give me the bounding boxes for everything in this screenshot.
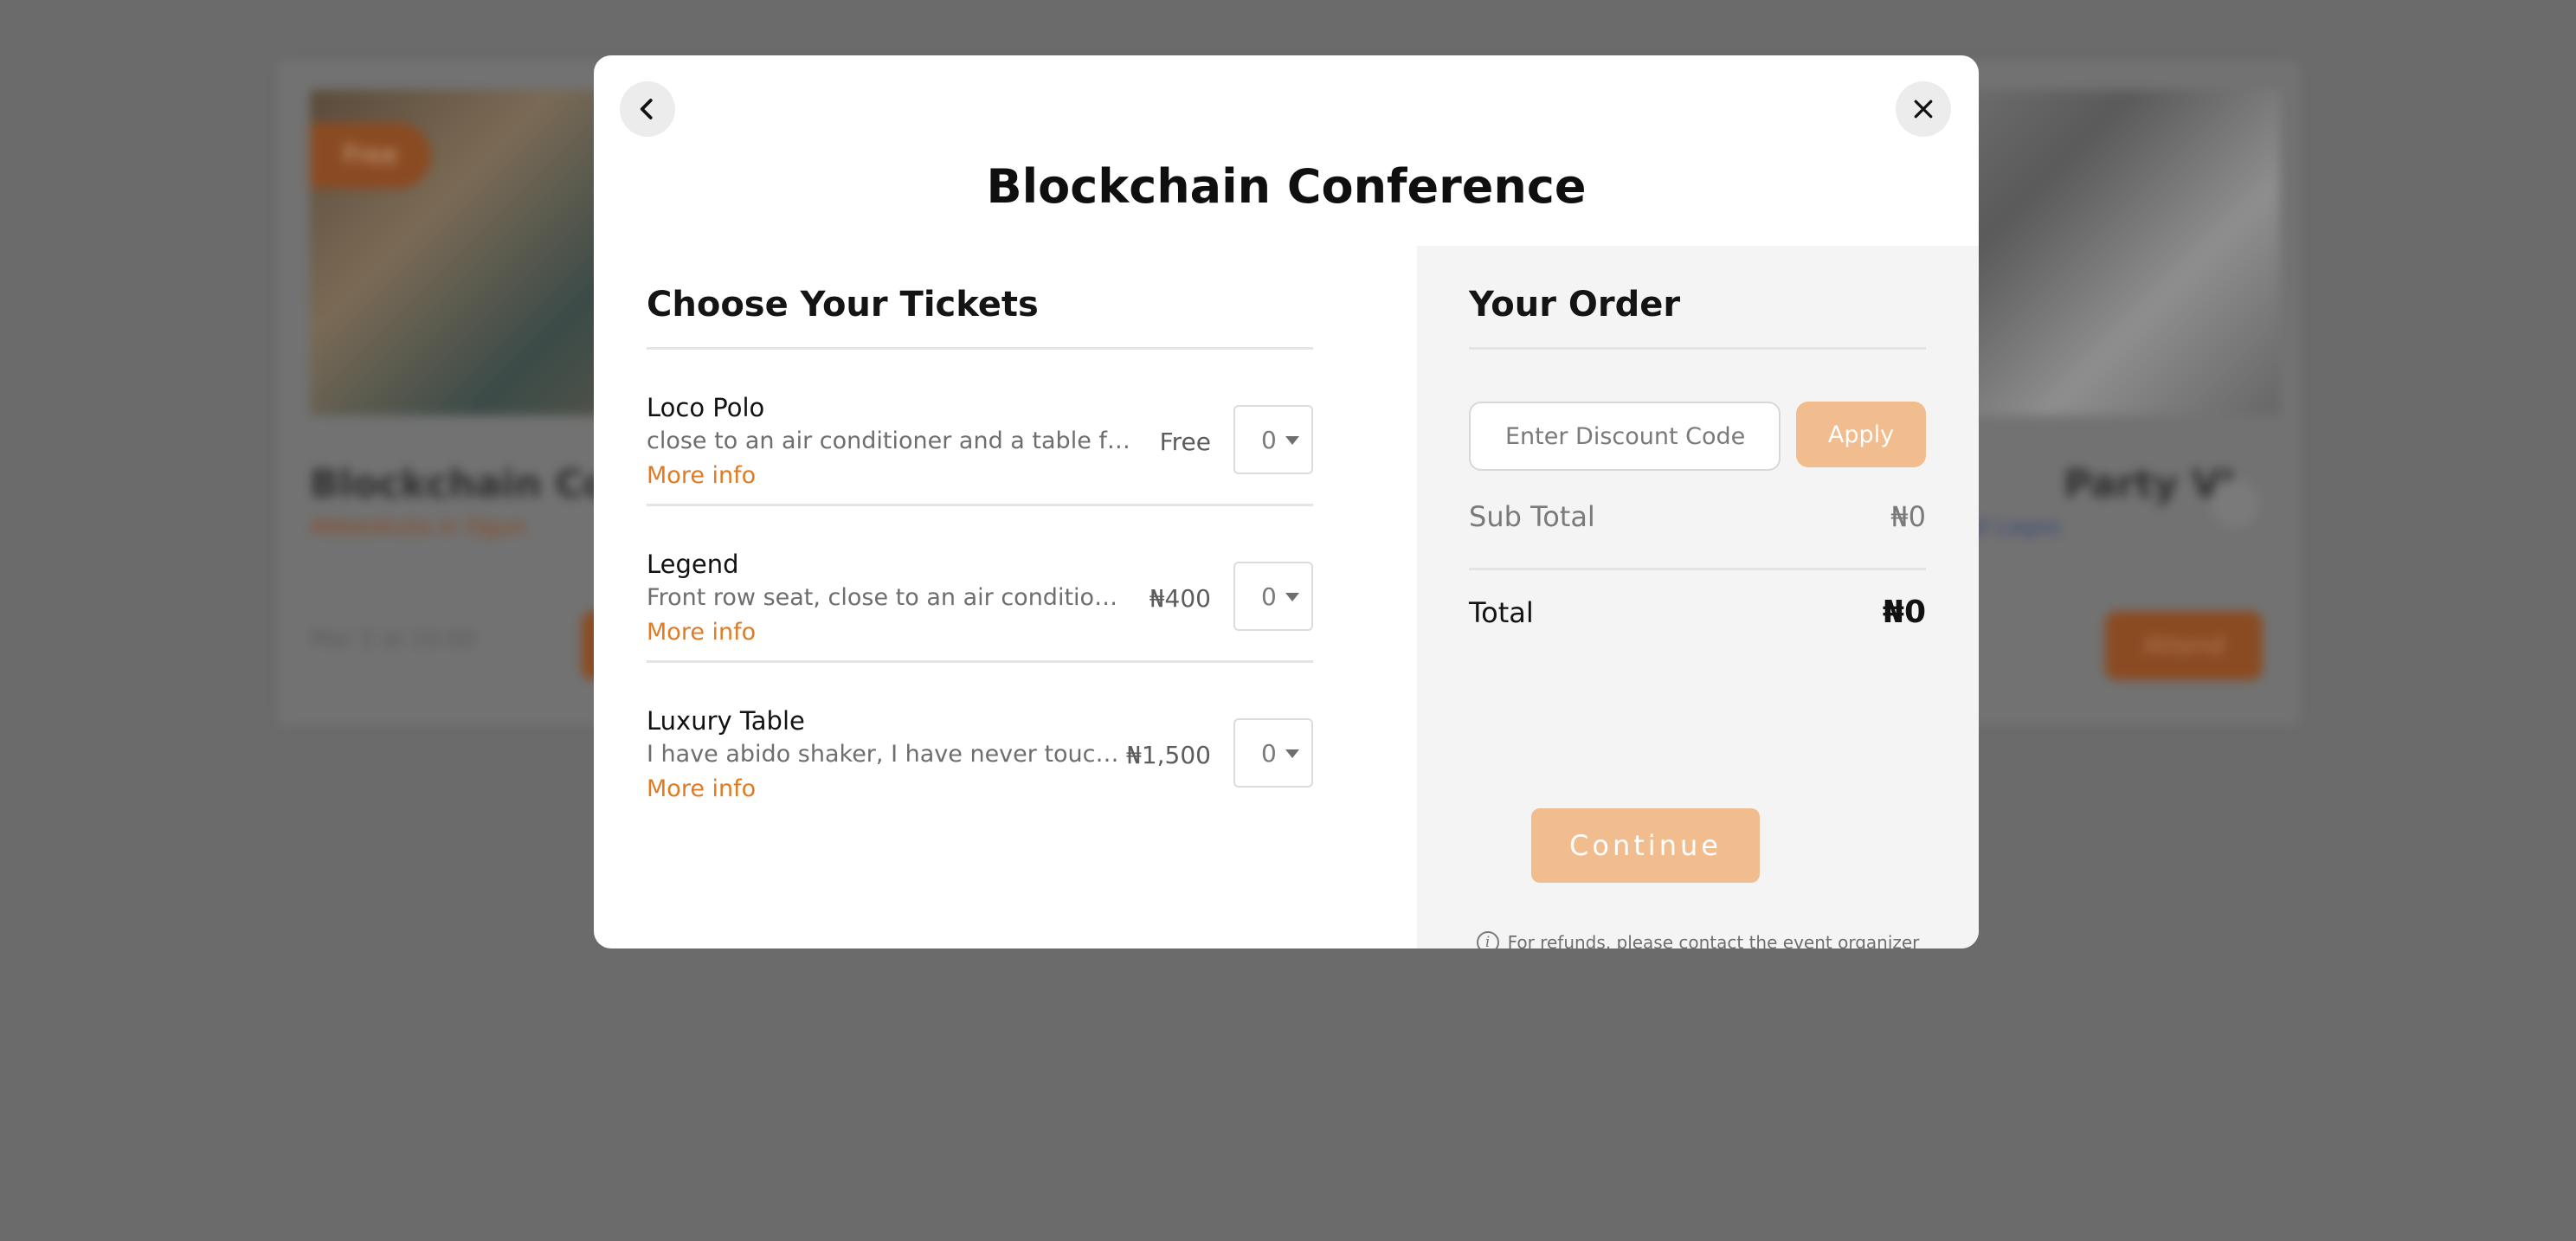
ticket-description: I have abido shaker, I have never touche… xyxy=(647,741,1131,768)
ticket-name: Legend xyxy=(647,550,739,579)
ticket-name: Loco Polo xyxy=(647,393,765,422)
quantity-select[interactable]: 0 xyxy=(1233,405,1313,474)
refund-text: For refunds, please contact the event or… xyxy=(1507,932,1920,948)
caret-down-icon xyxy=(1285,436,1299,445)
subtotal-label: Sub Total xyxy=(1469,500,1595,533)
chevron-left-icon xyxy=(640,99,653,119)
discount-row: Apply xyxy=(1469,402,1926,471)
close-button[interactable] xyxy=(1896,81,1951,137)
ticket-price: Free xyxy=(1159,428,1211,456)
tickets-heading: Choose Your Tickets xyxy=(647,280,1313,350)
ticket-row: Luxury Table I have abido shaker, I have… xyxy=(647,663,1313,817)
caret-down-icon xyxy=(1285,749,1299,758)
ticket-row: Loco Polo close to an air conditioner an… xyxy=(647,350,1313,506)
order-summary: Your Order Apply Sub Total ₦0 Total ₦0 C… xyxy=(1417,246,1979,948)
more-info-link[interactable]: More info xyxy=(647,619,756,646)
order-panel: Your Order Apply Sub Total ₦0 Total ₦0 xyxy=(1469,246,1926,666)
quantity-select[interactable]: 0 xyxy=(1233,562,1313,631)
total-label: Total xyxy=(1469,596,1534,629)
subtotal-row: Sub Total ₦0 xyxy=(1469,471,1926,570)
close-icon xyxy=(1914,100,1933,119)
ticket-price: ₦1,500 xyxy=(1126,741,1211,769)
ticket-price: ₦400 xyxy=(1149,584,1211,613)
ticket-description: Front row seat, close to an air conditio… xyxy=(647,584,1131,611)
quantity-select[interactable]: 0 xyxy=(1233,718,1313,788)
share-icon xyxy=(2211,479,2259,528)
event-location: Abbeokuta in Ogun xyxy=(310,514,526,540)
tickets-section: Choose Your Tickets Loco Polo close to a… xyxy=(647,246,1313,817)
subtotal-value: ₦0 xyxy=(1890,500,1926,533)
discount-code-input[interactable] xyxy=(1469,402,1781,471)
attend-button: Attend xyxy=(2105,611,2263,680)
event-date: Mar 2 at 10:00 xyxy=(310,627,476,653)
ticket-modal: Blockchain Conference Choose Your Ticket… xyxy=(594,55,1979,948)
total-row: Total ₦0 xyxy=(1469,570,1926,666)
total-value: ₦0 xyxy=(1882,595,1926,630)
more-info-link[interactable]: More info xyxy=(647,775,756,802)
more-info-link[interactable]: More info xyxy=(647,462,756,489)
free-badge: Free xyxy=(310,123,431,189)
ticket-description: close to an air conditioner and a table … xyxy=(647,428,1131,454)
order-heading: Your Order xyxy=(1469,280,1926,350)
continue-button[interactable]: Continue xyxy=(1531,808,1760,883)
quantity-value: 0 xyxy=(1261,426,1277,454)
quantity-value: 0 xyxy=(1261,739,1277,768)
event-title: Party VI xyxy=(2064,462,2235,506)
back-button[interactable] xyxy=(620,81,675,137)
refund-note: i For refunds, please contact the event … xyxy=(1417,931,1979,948)
modal-title: Blockchain Conference xyxy=(986,159,1587,214)
info-icon: i xyxy=(1476,931,1499,948)
ticket-name: Luxury Table xyxy=(647,706,805,736)
caret-down-icon xyxy=(1285,593,1299,601)
quantity-value: 0 xyxy=(1261,582,1277,611)
ticket-row: Legend Front row seat, close to an air c… xyxy=(647,506,1313,663)
apply-button[interactable]: Apply xyxy=(1796,402,1926,467)
